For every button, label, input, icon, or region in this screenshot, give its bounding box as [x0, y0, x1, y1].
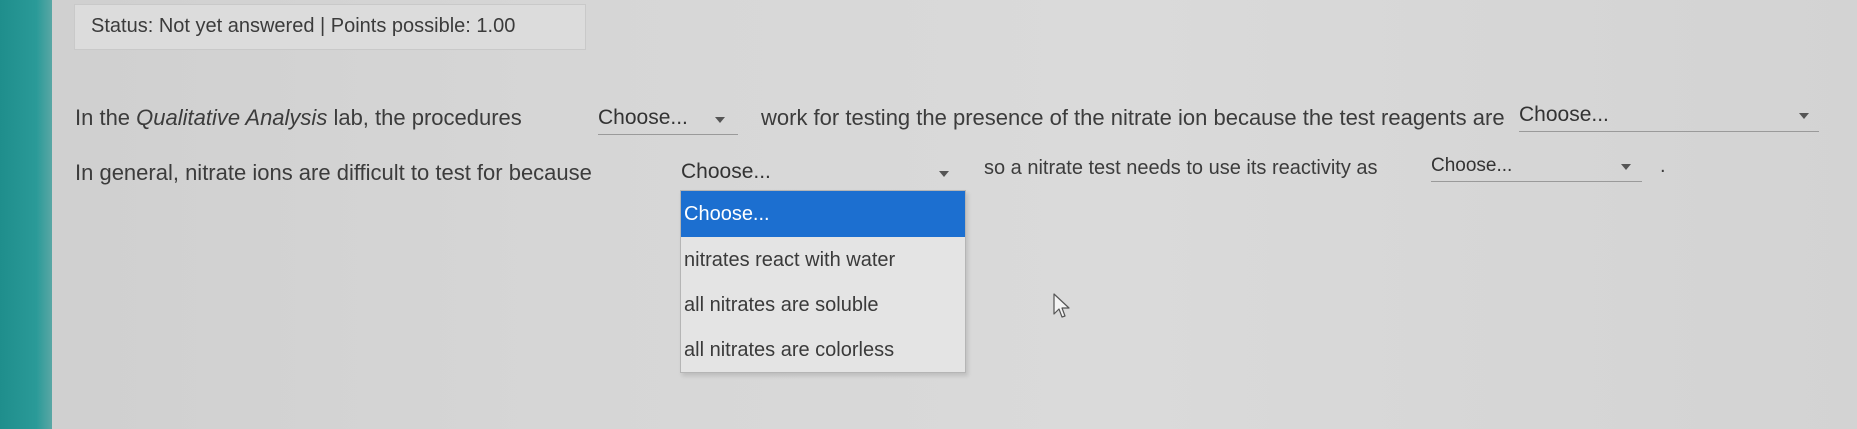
select-difficult-reason-value: Choose... — [681, 160, 771, 183]
chevron-down-icon — [1799, 113, 1809, 119]
chevron-down-icon — [939, 171, 949, 177]
left-sidebar-strip — [0, 0, 52, 429]
line1-after-text: work for testing the presence of the nit… — [761, 105, 1505, 130]
line1-mid-text: lab, the procedures — [327, 105, 522, 130]
chevron-down-icon — [715, 117, 725, 123]
mouse-pointer-icon — [1053, 293, 1070, 318]
dropdown-option-react-with-water[interactable]: nitrates react with water — [681, 237, 965, 283]
select-difficult-reason[interactable]: Choose... — [681, 160, 966, 188]
dropdown-option-all-colorless[interactable]: all nitrates are colorless — [681, 327, 965, 373]
select-test-reagents-value: Choose... — [1519, 103, 1609, 126]
select-procedures[interactable]: Choose... — [598, 106, 738, 135]
select-reactivity-as-value: Choose... — [1431, 155, 1513, 176]
question-status-bar: Status: Not yet answered | Points possib… — [74, 4, 586, 50]
select-test-reagents[interactable]: Choose... — [1519, 103, 1819, 132]
dropdown-option-choose[interactable]: Choose... — [681, 191, 965, 237]
select-procedures-value: Choose... — [598, 106, 688, 129]
line2-after-text: so a nitrate test needs to use its react… — [984, 157, 1378, 179]
select-reactivity-as[interactable]: Choose... — [1431, 155, 1642, 182]
status-text: Status: Not yet answered | Points possib… — [91, 15, 516, 37]
line1-italic-lab-name: Qualitative Analysis — [136, 105, 328, 130]
dropdown-options-list: Choose... nitrates react with water all … — [680, 190, 966, 373]
line2-trailing-period: . — [1660, 155, 1666, 177]
dropdown-option-all-soluble[interactable]: all nitrates are soluble — [681, 282, 965, 328]
line1-prefix: In the — [75, 105, 137, 130]
question-line-2-prefix: In general, nitrate ions are difficult t… — [75, 160, 592, 185]
question-line-1: In the Qualitative Analysis lab, the pro… — [75, 105, 522, 131]
chevron-down-icon — [1621, 164, 1631, 170]
